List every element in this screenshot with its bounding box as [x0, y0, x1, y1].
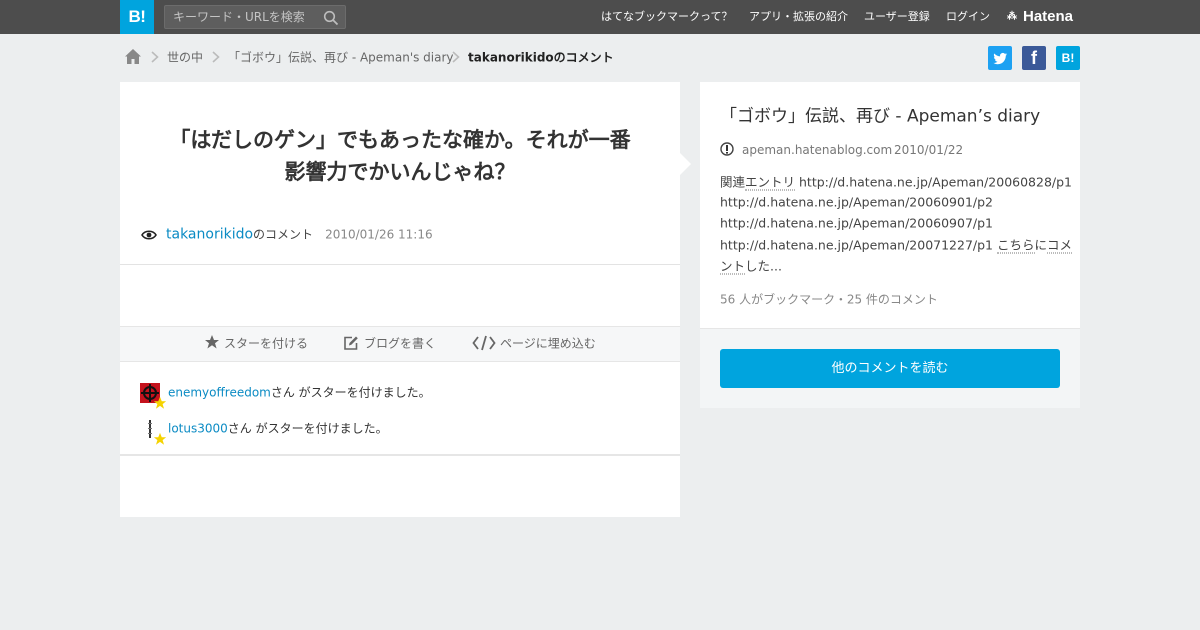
star-suffix: さん がスターを付けました。: [270, 385, 431, 400]
breadcrumb-chevron-icon: [151, 51, 159, 63]
hatena-brand-label: Hatena: [1023, 8, 1074, 25]
star-entry: lotus3000さん がスターを付けました。: [168, 420, 388, 437]
comment-text: 「はだしのゲン」でもあったな確か。それが一番 影響力でかいんじゃね？: [150, 124, 650, 188]
star-user-link[interactable]: lotus3000: [168, 422, 228, 436]
star-icon: [153, 432, 167, 445]
comment-text-line: 「はだしのゲン」でもあったな確か。それが一番: [169, 128, 631, 152]
hatena-share-button[interactable]: B!: [1056, 46, 1080, 70]
entry-summary-line: 関連エントリ http://d.hatena.ne.jp/Apeman/2006…: [720, 172, 1072, 191]
favicon-icon: [720, 142, 734, 156]
star-icon: [205, 335, 219, 349]
eye-icon: [141, 230, 157, 240]
breadcrumb-entry[interactable]: 「ゴボウ」伝説、再び - Apeman's diary: [228, 49, 454, 66]
summary-text: した...: [745, 258, 782, 274]
keyword-link[interactable]: コメ: [1047, 237, 1073, 254]
summary-text: http://d.hatena.ne.jp/Apeman/20071227/p1: [720, 237, 997, 253]
comment-meta: takanorikidoのコメント 2010/01/26 11:16: [166, 226, 433, 243]
hatena-mark-icon: ⁂: [1007, 11, 1017, 22]
comment-user-suffix: のコメント: [253, 227, 314, 242]
star-suffix: さん がスターを付けました。: [227, 421, 388, 436]
entry-stats-link[interactable]: 56 人がブックマーク・25 件のコメント: [720, 291, 938, 308]
search-box: [164, 5, 346, 29]
divider: [120, 454, 680, 456]
star-icon: [153, 396, 167, 409]
summary-text: http://d.hatena.ne.jp/Apeman/20060828/p1: [795, 174, 1073, 190]
breadcrumb-chevron-icon: [452, 51, 460, 63]
nav-about[interactable]: はてなブックマークって？: [601, 0, 732, 34]
read-comments-button[interactable]: 他のコメントを読む: [720, 349, 1060, 388]
comment-date: 2010/01/26 11:16: [325, 227, 433, 242]
breadcrumb-chevron-icon: [212, 51, 220, 63]
nav-apps[interactable]: アプリ・拡張の紹介: [749, 0, 848, 34]
keyword-link[interactable]: こちら: [996, 237, 1035, 254]
entry-summary-line: http://d.hatena.ne.jp/Apeman/20060901/p2: [720, 194, 994, 210]
comment-text-line: 影響力でかいんじゃね？: [284, 160, 516, 184]
search-input[interactable]: [165, 6, 315, 28]
entry-date: 2010/01/22: [894, 143, 964, 157]
nav-login[interactable]: ログイン: [946, 0, 990, 34]
breadcrumb-current: takanorikidoのコメント: [468, 50, 614, 65]
comment-user-link[interactable]: takanorikido: [166, 227, 253, 243]
entry-domain-link[interactable]: apeman.hatenablog.com: [742, 143, 892, 157]
home-icon[interactable]: [124, 48, 142, 65]
entry-summary-line: http://d.hatena.ne.jp/Apeman/20060907/p1: [720, 215, 994, 231]
star-entry: enemyoffreedomさん がスターを付けました。: [168, 384, 431, 401]
facebook-share-button[interactable]: f: [1022, 46, 1046, 70]
summary-text: に: [1034, 237, 1048, 253]
divider: [120, 264, 680, 265]
twitter-share-button[interactable]: [988, 46, 1012, 70]
star-user-link[interactable]: enemyoffreedom: [168, 386, 271, 400]
keyword-link[interactable]: ント: [720, 258, 746, 275]
nav-register[interactable]: ユーザー登録: [864, 0, 930, 34]
search-icon[interactable]: [323, 10, 339, 26]
card-pointer: [680, 153, 691, 175]
keyword-link[interactable]: エントリ: [745, 174, 796, 191]
code-icon: [472, 335, 496, 351]
embed-button[interactable]: ページに埋め込む: [500, 335, 596, 352]
entry-summary-line: ントした...: [720, 256, 782, 275]
hatena-brand[interactable]: ⁂ Hatena: [1007, 0, 1073, 34]
add-star-button[interactable]: スターを付ける: [224, 335, 308, 352]
twitter-icon: [993, 52, 1008, 65]
breadcrumb-category[interactable]: 世の中: [167, 49, 203, 66]
edit-icon: [344, 336, 358, 350]
summary-text: 関連: [720, 174, 746, 190]
entry-summary-line: http://d.hatena.ne.jp/Apeman/20071227/p1…: [720, 235, 1073, 254]
write-blog-button[interactable]: ブログを書く: [364, 335, 436, 352]
entry-title-link[interactable]: 「ゴボウ」伝説、再び - Apeman’s diary: [720, 102, 1040, 127]
hatena-bookmark-logo[interactable]: B!: [120, 0, 154, 34]
